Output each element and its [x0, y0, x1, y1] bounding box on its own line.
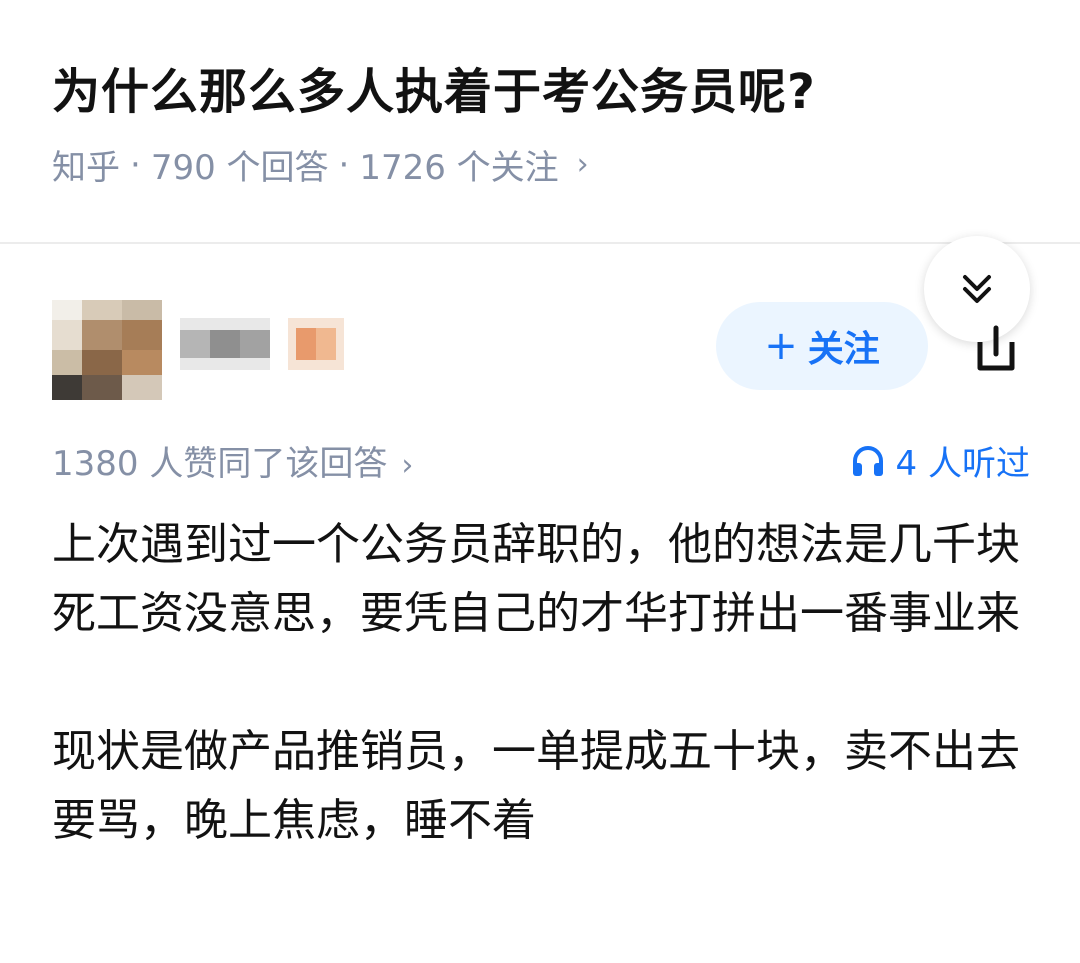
question-title[interactable]: 为什么那么多人执着于考公务员呢?: [52, 52, 816, 122]
chevron-double-down-icon: [963, 275, 991, 303]
follow-label: 关注: [807, 329, 880, 370]
meta-separator: ·: [130, 144, 141, 185]
question-meta[interactable]: 知乎 · 790 个回答 · 1726 个关注 ›: [52, 140, 589, 189]
meta-separator: ·: [338, 144, 350, 185]
author-badge-blurred: [288, 318, 344, 370]
chevron-right-icon: ›: [401, 448, 414, 483]
answer-paragraph: 上次遇到过一个公务员辞职的，他的想法是几千块死工资没意思，要凭自己的才华打拼出一…: [52, 519, 1020, 639]
listen-count[interactable]: 4 人听过: [850, 436, 1030, 485]
avatar[interactable]: [52, 300, 162, 400]
source-label: 知乎: [52, 148, 120, 188]
question-header: 为什么那么多人执着于考公务员呢? 知乎 · 790 个回答 · 1726 个关注…: [0, 0, 1080, 244]
share-icon[interactable]: [966, 320, 1024, 378]
headphones-icon: [852, 445, 883, 476]
vote-count[interactable]: 1380 人赞同了该回答 ›: [52, 436, 413, 485]
answer-count: 790 个回答: [150, 148, 329, 188]
plus-icon: +: [764, 323, 798, 369]
author-name-blurred[interactable]: [180, 318, 270, 370]
answer-body[interactable]: 上次遇到过一个公务员辞职的，他的想法是几千块死工资没意思，要凭自己的才华打拼出一…: [52, 510, 1032, 924]
follow-button[interactable]: + 关注: [716, 302, 928, 390]
follower-count: 1726 个关注: [359, 148, 559, 188]
chevron-right-icon: ›: [576, 147, 589, 182]
listened-text: 4 人听过: [895, 444, 1030, 484]
answer-paragraph: 现状是做产品推销员，一单提成五十块，卖不出去要骂，晚上焦虑，睡不着: [52, 726, 1020, 846]
vote-text: 1380 人赞同了该回答: [52, 444, 388, 484]
